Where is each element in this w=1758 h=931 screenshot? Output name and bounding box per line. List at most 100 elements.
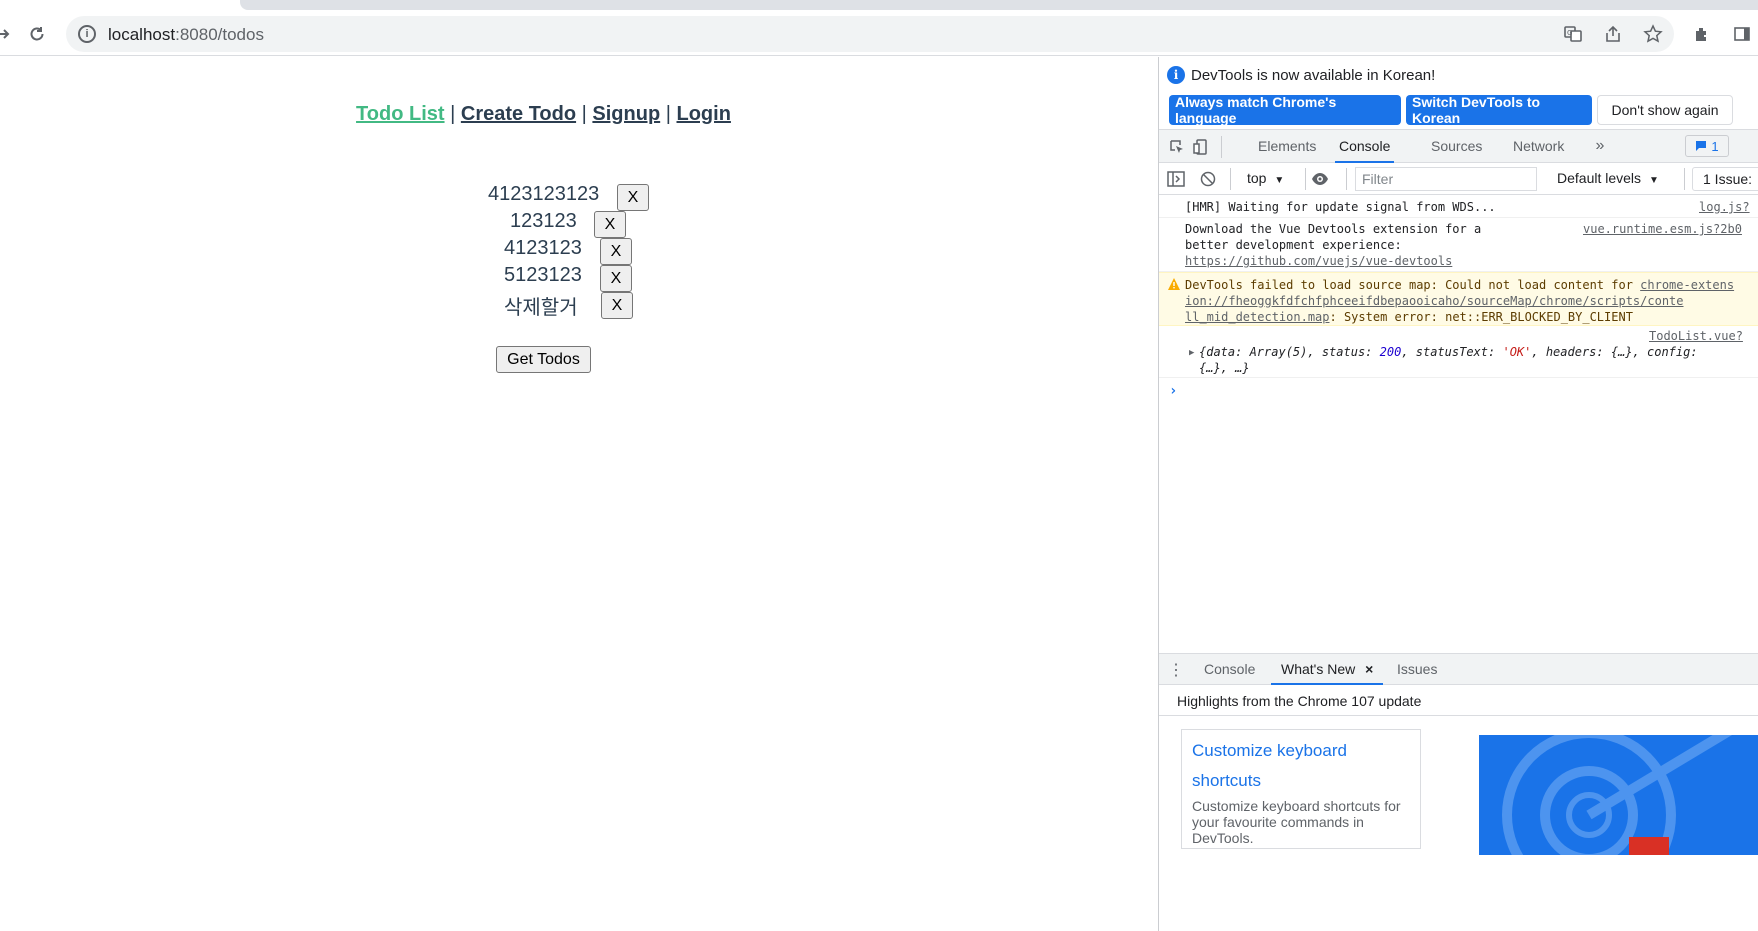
whats-new-card[interactable]: Customize keyboard shortcuts Customize k… — [1181, 729, 1421, 849]
match-language-button[interactable]: Always match Chrome's language — [1169, 94, 1401, 126]
nav-link-signup[interactable]: Signup — [592, 103, 660, 125]
console-message: [HMR] Waiting for update signal from WDS… — [1159, 195, 1758, 218]
dont-show-again-button[interactable]: Don't show again — [1597, 95, 1733, 125]
todo-text: 4123123 — [504, 237, 582, 259]
issues-count-button[interactable]: 1 Issue: — [1692, 167, 1758, 191]
bookmark-star-icon[interactable] — [1642, 23, 1664, 45]
sidebar-toggle-icon[interactable] — [1167, 170, 1185, 188]
reload-icon[interactable] — [25, 22, 49, 46]
forward-icon[interactable] — [0, 22, 16, 46]
console-toolbar: top ▼ Filter Default levels ▼ 1 Issue: — [1159, 163, 1758, 195]
todo-item: 5123123 X — [0, 264, 1087, 292]
tab-elements[interactable]: Elements — [1258, 130, 1316, 163]
console-filter-input[interactable]: Filter — [1355, 167, 1537, 191]
inspect-element-icon[interactable] — [1168, 138, 1186, 156]
console-message: Download the Vue Devtools extension for … — [1159, 218, 1758, 272]
log-levels-select[interactable]: Default levels ▼ — [1557, 170, 1659, 186]
console-message-text: better development experience: — [1185, 238, 1402, 252]
console-output: [HMR] Waiting for update signal from WDS… — [1159, 195, 1758, 445]
page-content: Todo List | Create Todo | Signup | Login… — [0, 57, 1158, 931]
source-map-link[interactable]: ion://fheoggkfdfchfphceeifdbepaooicaho/s… — [1185, 293, 1684, 309]
tab-sources[interactable]: Sources — [1431, 130, 1482, 163]
drawer-tab-whats-new[interactable]: What's New × — [1271, 654, 1384, 685]
devtools-tab-bar: Elements Console Sources Network » 1 — [1159, 129, 1758, 163]
todo-item: 4123123123 X — [0, 183, 1087, 211]
dropdown-arrow-icon: ▼ — [1274, 175, 1285, 186]
delete-todo-button[interactable]: X — [600, 238, 632, 265]
response-object-tail: {…}, …} — [1199, 361, 1250, 375]
browser-toolbar: i localhost:8080/todos G — [0, 10, 1758, 56]
warning-icon — [1168, 278, 1180, 290]
drawer-tab-console[interactable]: Console — [1204, 654, 1255, 685]
info-icon: i — [1167, 66, 1185, 84]
tab-divider — [1221, 136, 1222, 158]
drawer-tab-label: What's New — [1281, 661, 1356, 677]
context-select[interactable]: top ▼ — [1247, 170, 1284, 186]
delete-todo-button[interactable]: X — [601, 292, 633, 319]
nav-separator: | — [450, 103, 456, 125]
infobar-message: DevTools is now available in Korean! — [1191, 67, 1436, 84]
get-todos-button[interactable]: Get Todos — [496, 346, 591, 373]
vue-devtools-link[interactable]: https://github.com/vuejs/vue-devtools — [1185, 253, 1452, 269]
language-infobar: i DevTools is now available in Korean! A… — [1159, 57, 1758, 129]
close-tab-icon[interactable]: × — [1365, 661, 1373, 677]
delete-todo-button[interactable]: X — [594, 211, 626, 238]
delete-todo-button[interactable]: X — [617, 184, 649, 211]
console-source-link[interactable]: vue.runtime.esm.js?2b0 — [1583, 221, 1742, 237]
issues-badge-count: 1 — [1711, 138, 1719, 154]
nav-link-todo-list[interactable]: Todo List — [356, 103, 445, 125]
console-source-link[interactable]: log.js? — [1699, 199, 1750, 215]
console-source-link[interactable]: TodoList.vue? — [1649, 328, 1743, 344]
delete-todo-button[interactable]: X — [600, 265, 632, 292]
issues-badge[interactable]: 1 — [1685, 135, 1729, 157]
toolbar-divider — [1305, 168, 1306, 190]
card-title-link[interactable]: Customize keyboard shortcuts — [1192, 736, 1410, 796]
tab-strip — [0, 0, 1758, 10]
todo-list: 4123123123 X 123123 X 4123123 X 5123123 … — [0, 183, 1087, 319]
whats-new-header: Highlights from the Chrome 107 update — [1159, 686, 1758, 716]
console-warning: DevTools failed to load source map: Coul… — [1159, 272, 1758, 326]
toolbar-divider — [1684, 168, 1685, 190]
live-expression-eye-icon[interactable] — [1311, 170, 1329, 188]
clear-console-icon[interactable] — [1199, 170, 1217, 188]
drawer-tab-bar: ⋮ Console What's New × Issues — [1159, 653, 1758, 685]
url-text[interactable]: localhost:8080/todos — [108, 25, 264, 45]
todo-text: 4123123123 — [488, 183, 600, 205]
drawer-tab-issues[interactable]: Issues — [1397, 654, 1437, 685]
todo-item: 4123123 X — [0, 237, 1087, 265]
card-description: Customize keyboard shortcuts for your fa… — [1192, 798, 1401, 846]
toolbar-divider — [1230, 168, 1231, 190]
top-nav: Todo List | Create Todo | Signup | Login — [0, 103, 1087, 126]
message-icon — [1696, 141, 1707, 151]
dropdown-arrow-icon: ▼ — [1648, 175, 1659, 186]
translate-icon[interactable]: G — [1562, 23, 1584, 45]
toolbar-divider — [1346, 168, 1347, 190]
side-panel-icon[interactable] — [1730, 22, 1754, 46]
expand-triangle-icon[interactable]: ▶ — [1189, 348, 1194, 358]
source-map-link[interactable]: ll_mid_detection.map — [1185, 310, 1330, 324]
nav-link-create-todo[interactable]: Create Todo — [461, 103, 576, 125]
tab-console[interactable]: Console — [1335, 130, 1395, 163]
nav-separator: | — [581, 103, 587, 125]
site-info-icon[interactable]: i — [78, 25, 96, 43]
address-bar[interactable]: i localhost:8080/todos G — [66, 16, 1674, 52]
whats-new-graphic — [1479, 735, 1758, 855]
console-message-text: Download the Vue Devtools extension for … — [1185, 222, 1482, 236]
tab-bar[interactable] — [240, 0, 1758, 10]
todo-item: 삭제할거 X — [0, 291, 1087, 319]
console-prompt-icon[interactable]: › — [1169, 383, 1177, 399]
warning-text: DevTools failed to load source map: Coul… — [1185, 278, 1641, 292]
svg-text:G: G — [1567, 29, 1572, 37]
source-map-link[interactable]: chrome-extens — [1640, 278, 1734, 292]
tab-network[interactable]: Network — [1513, 130, 1564, 163]
more-tabs-icon[interactable]: » — [1591, 137, 1609, 155]
drawer-menu-icon[interactable]: ⋮ — [1167, 661, 1185, 679]
device-toolbar-icon[interactable] — [1192, 138, 1210, 156]
warning-text: : System error: net::ERR_BLOCKED_BY_CLIE… — [1329, 310, 1633, 324]
extensions-icon[interactable] — [1690, 22, 1714, 46]
nav-link-login[interactable]: Login — [677, 103, 731, 125]
log-levels-value: Default levels — [1557, 170, 1642, 186]
switch-to-korean-button[interactable]: Switch DevTools to Korean — [1406, 94, 1592, 126]
response-object[interactable]: {data: Array(5), status: 200, statusText… — [1199, 344, 1698, 360]
share-icon[interactable] — [1602, 23, 1624, 45]
